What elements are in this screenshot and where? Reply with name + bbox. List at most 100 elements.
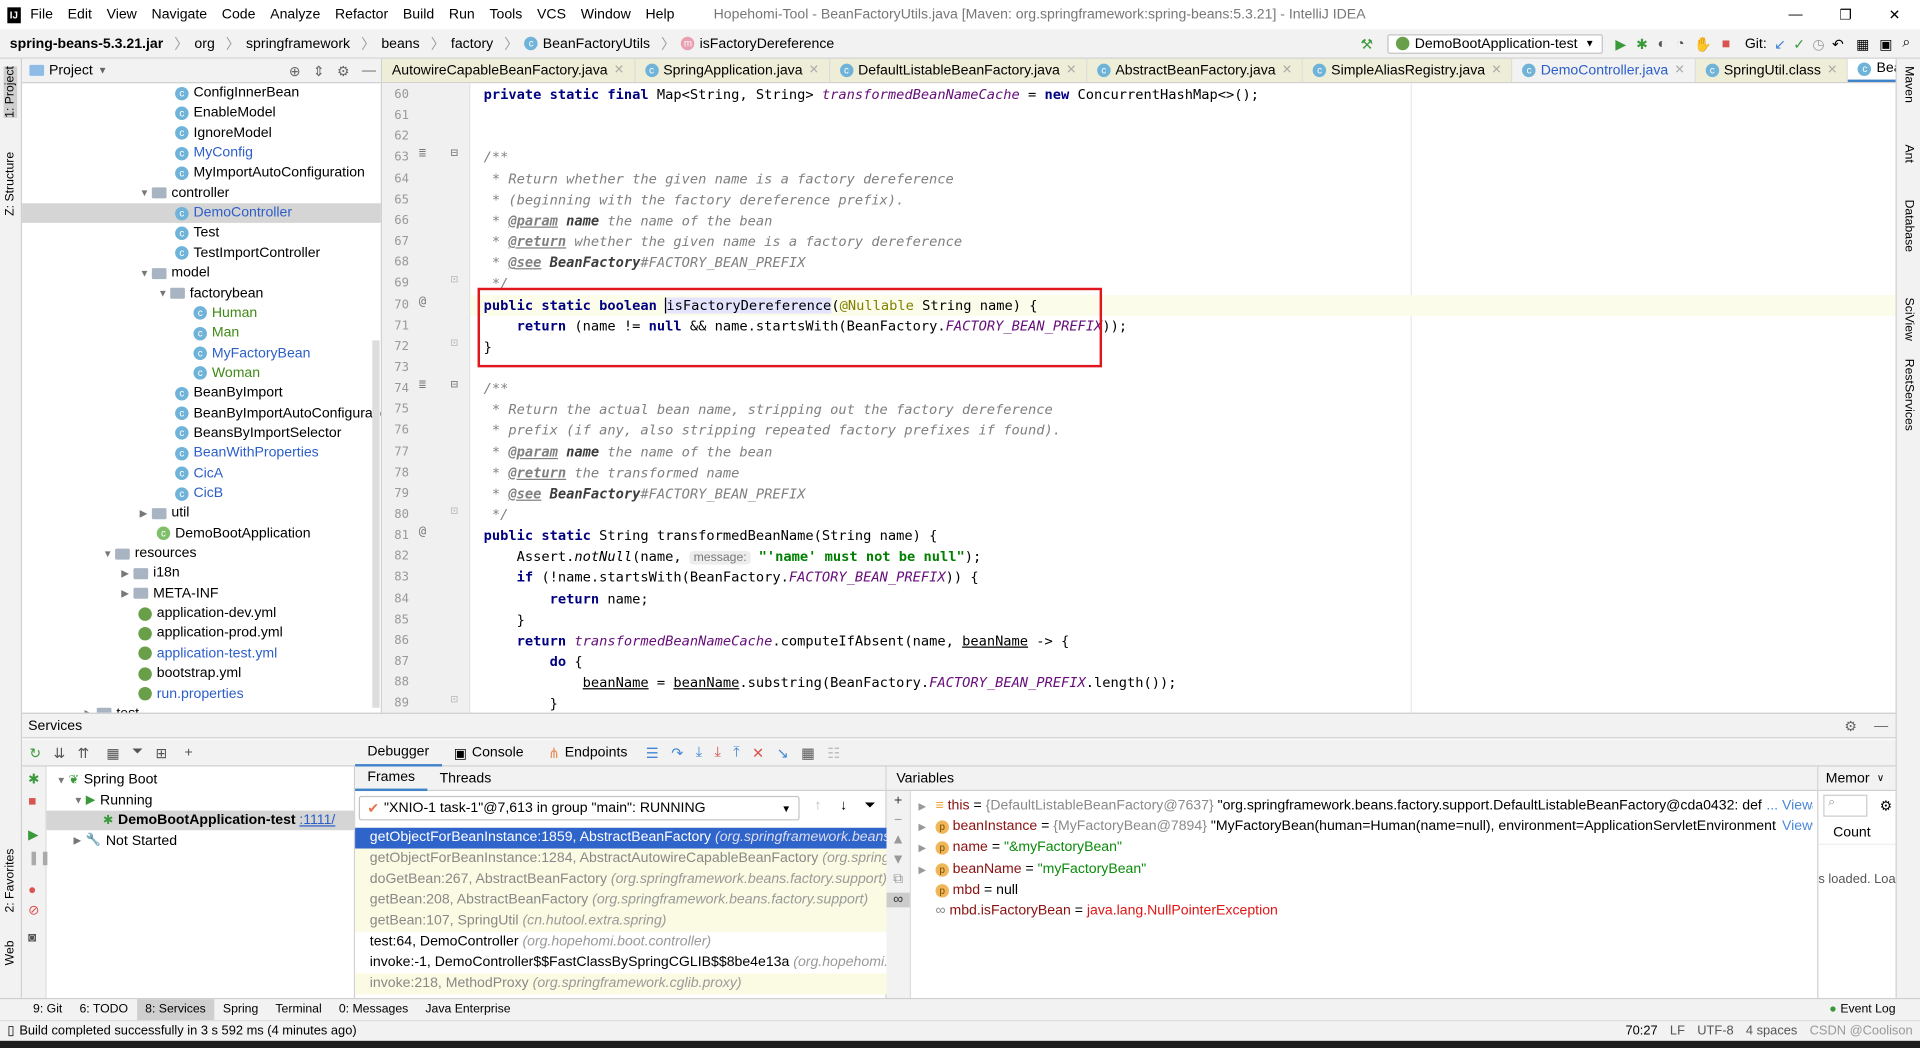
breadcrumb-item[interactable]: org: [194, 36, 214, 51]
close-icon[interactable]: ✕: [1674, 64, 1684, 77]
line-separator[interactable]: LF: [1670, 1024, 1685, 1039]
git-commit-icon[interactable]: ✓: [1793, 35, 1805, 52]
run-icon[interactable]: ▶: [1615, 35, 1626, 52]
frame-item[interactable]: getBean:208, AbstractBeanFactory (org.sp…: [355, 890, 887, 912]
frame-down-icon[interactable]: ↓: [840, 798, 847, 813]
watches-icon[interactable]: ∞: [886, 892, 910, 908]
code-line[interactable]: /**: [484, 147, 509, 168]
code-editor[interactable]: 60 61 62 63 ⊟ ≣ 64 65 66 67 68 69 ⊡ 70 @71 72 ⊡ 73 74 ⊟ ≣ 75 7…: [382, 83, 1896, 713]
tree-item[interactable]: c MyImportAutoConfiguration: [22, 163, 381, 183]
git-history-icon[interactable]: ◷: [1812, 35, 1824, 52]
tab-console[interactable]: ▣ Console: [441, 739, 535, 766]
project-structure-icon[interactable]: ▦: [1856, 35, 1869, 52]
tree-item[interactable]: ▶ META-INF: [22, 584, 381, 604]
menu-code[interactable]: Code: [222, 7, 256, 22]
indent-setting[interactable]: 4 spaces: [1746, 1024, 1797, 1039]
code-line[interactable]: * @param name the name of the bean: [484, 441, 772, 462]
frame-item[interactable]: invoke:-1, DemoController$$FastClassBySp…: [355, 952, 887, 974]
collapse-all-icon[interactable]: ⇈: [77, 744, 89, 761]
new-tab-icon[interactable]: ⊞: [156, 744, 168, 761]
chevron-down-icon[interactable]: ▼: [158, 288, 170, 299]
expand-arrow-icon[interactable]: ▶: [918, 859, 935, 880]
expand-all-icon[interactable]: ⇊: [53, 744, 65, 761]
fold-icon[interactable]: ⊟: [451, 378, 458, 391]
tool-structure[interactable]: Z: Structure: [4, 152, 17, 216]
file-encoding[interactable]: UTF-8: [1697, 1024, 1733, 1039]
service-item[interactable]: ▶ 🔧 Not Started: [22, 831, 355, 851]
chevron-down-icon[interactable]: ▼: [103, 548, 115, 559]
code-line[interactable]: }: [484, 693, 558, 712]
menu-navigate[interactable]: Navigate: [152, 7, 208, 22]
close-icon[interactable]: ✕: [1491, 64, 1501, 77]
filter-icon[interactable]: ⏷: [864, 798, 875, 814]
tree-item[interactable]: c BeanByImport: [22, 384, 381, 404]
tab-springutil-class[interactable]: c SpringUtil.class ✕: [1696, 58, 1849, 83]
tab-autowirecapablebeanfactory-java[interactable]: AutowireCapableBeanFactory.java ✕: [382, 58, 636, 83]
service-item[interactable]: ▼ ▶ Running: [22, 790, 355, 810]
tree-item[interactable]: ▶ i18n: [22, 564, 381, 584]
tab-democontroller-java[interactable]: c DemoController.java ✕: [1512, 58, 1696, 83]
remove-watch-icon[interactable]: −: [887, 813, 910, 828]
tab-endpoints[interactable]: ⋔ Endpoints: [536, 739, 640, 766]
move-down-icon[interactable]: ▼: [887, 852, 910, 867]
memory-settings-icon[interactable]: ⚙: [1880, 797, 1893, 815]
breadcrumb-item[interactable]: isFactoryDereference: [700, 36, 835, 51]
bottom-tab[interactable]: 8: Services: [136, 998, 215, 1021]
presentation-icon[interactable]: ▣: [1879, 35, 1892, 52]
code-line[interactable]: return name;: [484, 588, 649, 609]
fold-end-icon[interactable]: ⊡: [451, 336, 458, 349]
menu-run[interactable]: Run: [449, 7, 475, 22]
tree-item[interactable]: c DemoController: [22, 203, 381, 223]
group-icon[interactable]: ▦: [106, 744, 119, 761]
caret-position[interactable]: 70:27: [1626, 1024, 1658, 1039]
menu-build[interactable]: Build: [403, 7, 434, 22]
tree-item[interactable]: c IgnoreModel: [22, 123, 381, 143]
drop-frame-icon[interactable]: ✕: [752, 744, 764, 761]
tool-database[interactable]: Database: [1902, 200, 1915, 252]
variable-row[interactable]: ∞ mbd.isFactoryBean = java.lang.NullPoin…: [918, 901, 1812, 922]
tab-threads[interactable]: Threads: [427, 766, 503, 790]
menu-refactor[interactable]: Refactor: [335, 7, 388, 22]
restore-button[interactable]: ❐: [1839, 6, 1852, 24]
tree-item[interactable]: c CicB: [22, 484, 381, 504]
run-to-cursor-icon[interactable]: ↘: [777, 744, 789, 761]
tool-ant[interactable]: Ant: [1902, 144, 1915, 162]
rollback-icon[interactable]: ↶: [1832, 35, 1844, 52]
close-button[interactable]: ✕: [1889, 6, 1901, 24]
tool-restservices[interactable]: RestServices: [1902, 359, 1915, 431]
hide-icon[interactable]: —: [362, 63, 376, 78]
fold-end-icon[interactable]: ⊡: [451, 693, 458, 706]
force-step-into-icon[interactable]: ⤓: [715, 743, 722, 761]
step-into-icon[interactable]: ⤓: [696, 743, 703, 761]
settings-icon[interactable]: ⚙: [1844, 717, 1857, 734]
frame-item[interactable]: doGetBean:267, AbstractBeanFactory (org.…: [355, 869, 887, 891]
breadcrumb-item[interactable]: BeanFactoryUtils: [543, 36, 650, 51]
tree-item[interactable]: ▼ resources: [22, 544, 381, 564]
tab-frames[interactable]: Frames: [355, 766, 428, 791]
tree-item[interactable]: bootstrap.yml: [22, 664, 381, 684]
frame-item[interactable]: getBean:107, SpringUtil (cn.hutool.extra…: [355, 911, 887, 932]
breakpoints-icon[interactable]: ●: [28, 883, 45, 898]
project-title[interactable]: Project: [49, 63, 93, 78]
menu-analyze[interactable]: Analyze: [270, 7, 320, 22]
git-update-icon[interactable]: ↙: [1774, 35, 1786, 52]
close-icon[interactable]: ✕: [1827, 64, 1837, 77]
tool-project[interactable]: 1: Project: [3, 66, 18, 118]
tab-beanfactoryutils-java[interactable]: cBeanFactoryUtils.java✕: [1848, 58, 1896, 83]
search-icon[interactable]: ⌕: [1902, 36, 1910, 52]
view-link[interactable]: View: [1777, 816, 1813, 838]
coverage-icon[interactable]: ◐: [1658, 36, 1667, 51]
add-watch-icon[interactable]: +: [887, 793, 910, 808]
chevron-right-icon[interactable]: ▶: [140, 508, 152, 519]
menu-help[interactable]: Help: [645, 7, 674, 22]
tab-debugger[interactable]: Debugger: [355, 739, 442, 766]
chevron-down-icon[interactable]: ▼: [56, 774, 68, 785]
expand-arrow-icon[interactable]: ▶: [918, 838, 935, 859]
breadcrumb-item[interactable]: spring-beans-5.3.21.jar: [10, 36, 163, 51]
tree-item[interactable]: application-prod.yml: [22, 624, 381, 644]
thread-select[interactable]: ✔ "XNIO-1 task-1"@7,613 in group "main": …: [358, 795, 800, 821]
evaluate-icon[interactable]: ▦: [801, 744, 815, 761]
code-line[interactable]: * Return whether the given name is a fac…: [484, 168, 954, 189]
step-out-icon[interactable]: ⤒: [733, 743, 740, 761]
chevron-right-icon[interactable]: ▶: [121, 588, 133, 599]
